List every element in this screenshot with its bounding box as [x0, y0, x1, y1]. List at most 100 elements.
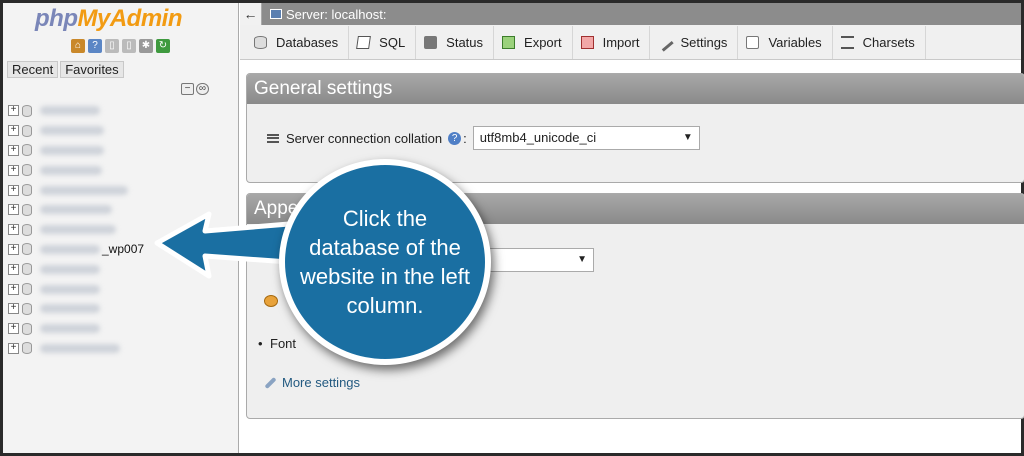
database-icon: [22, 263, 32, 276]
callout-arrow: [154, 211, 292, 279]
db-row[interactable]: +: [8, 121, 144, 141]
tab-import[interactable]: Import: [573, 25, 651, 59]
tab-label: Databases: [276, 34, 339, 50]
db-name-prefix: [40, 244, 100, 254]
charsets-icon: [840, 35, 854, 49]
expand-icon[interactable]: +: [8, 303, 19, 315]
home-icon[interactable]: ⌂: [71, 39, 85, 53]
collation-select[interactable]: utf8mb4_unicode_ci ▼: [472, 126, 700, 150]
tab-label: SQL: [379, 34, 406, 50]
wrench-icon: [655, 32, 675, 52]
chevron-down-icon: ▼: [577, 254, 587, 265]
expand-icon[interactable]: +: [8, 224, 19, 236]
db-name[interactable]: [40, 304, 100, 314]
language-select[interactable]: ▼: [478, 248, 594, 272]
database-icon: [22, 164, 32, 177]
database-icon: [22, 124, 32, 137]
expand-icon[interactable]: +: [8, 125, 19, 137]
expand-icon[interactable]: +: [8, 144, 19, 156]
collation-colon: :: [463, 130, 467, 146]
tab-status[interactable]: Status: [416, 25, 495, 59]
expand-icon[interactable]: +: [8, 323, 19, 335]
theme-palette-icon: [264, 295, 278, 307]
tab-label: Export: [524, 34, 562, 50]
select-value: utf8mb4_unicode_ci: [479, 130, 597, 145]
db-row[interactable]: +: [8, 339, 144, 359]
expand-icon[interactable]: +: [8, 263, 19, 275]
tab-charsets[interactable]: Charsets: [833, 25, 926, 59]
docs-icon[interactable]: ▯: [105, 39, 119, 53]
database-icon: [254, 35, 267, 49]
font-size-item[interactable]: Font: [258, 336, 296, 351]
database-icon: [22, 243, 32, 256]
recent-favorites-bar: Recent Favorites: [7, 61, 124, 78]
tab-label: Charsets: [862, 34, 915, 50]
server-icon: [270, 9, 282, 19]
variables-icon: [746, 35, 760, 49]
expand-icon[interactable]: +: [8, 342, 19, 354]
tab-settings[interactable]: Settings: [650, 25, 739, 59]
server-tabs: Databases SQL Status Export Import Setti…: [240, 25, 1021, 60]
callout-text: Click the database of the website in the…: [300, 206, 470, 318]
db-name[interactable]: [40, 185, 128, 195]
import-icon: [580, 35, 594, 49]
phpmyadmin-logo[interactable]: phpMyAdmin: [35, 5, 182, 33]
expand-icon[interactable]: +: [8, 243, 19, 255]
server-breadcrumb[interactable]: Server: localhost:: [286, 7, 386, 22]
collapse-all-icon[interactable]: −: [181, 83, 194, 95]
db-row[interactable]: +: [8, 180, 144, 200]
tab-variables[interactable]: Variables: [738, 25, 833, 59]
expand-icon[interactable]: +: [8, 204, 19, 216]
db-row[interactable]: +: [8, 319, 144, 339]
more-settings-link[interactable]: More settings: [264, 375, 360, 390]
sql-docs-icon[interactable]: ▯: [122, 39, 136, 53]
expand-icon[interactable]: +: [8, 184, 19, 196]
db-row[interactable]: +: [8, 299, 144, 319]
db-name[interactable]: [40, 205, 112, 215]
database-tree: + + + + + + + + _wp007 + + + + +: [8, 101, 144, 358]
logout-icon[interactable]: ?: [88, 39, 102, 53]
back-arrow-icon[interactable]: ←: [240, 3, 262, 25]
database-icon: [22, 302, 32, 315]
db-row[interactable]: +: [8, 279, 144, 299]
tab-export[interactable]: Export: [494, 25, 573, 59]
favorites-button[interactable]: Favorites: [60, 61, 124, 78]
reload-icon[interactable]: ↻: [156, 39, 170, 53]
export-icon: [502, 35, 516, 49]
db-row-wp007[interactable]: + _wp007: [8, 240, 144, 260]
settings-icon[interactable]: ✱: [139, 39, 153, 53]
db-name[interactable]: [40, 324, 100, 334]
recent-button[interactable]: Recent: [7, 61, 59, 78]
link-icon[interactable]: ∞: [196, 83, 209, 95]
db-row[interactable]: +: [8, 200, 144, 220]
tab-databases[interactable]: Databases: [246, 25, 350, 59]
tab-sql[interactable]: SQL: [349, 25, 417, 59]
callout-bubble: Click the database of the website in the…: [279, 159, 491, 365]
tab-label: Variables: [768, 34, 822, 50]
db-row[interactable]: +: [8, 101, 144, 121]
db-row[interactable]: +: [8, 160, 144, 180]
database-icon: [22, 104, 32, 117]
database-icon: [22, 223, 32, 236]
wrench-icon: [264, 376, 277, 389]
db-name[interactable]: [40, 145, 104, 155]
expand-icon[interactable]: +: [8, 164, 19, 176]
db-row[interactable]: +: [8, 259, 144, 279]
db-name[interactable]: [40, 106, 100, 116]
sql-icon: [356, 35, 372, 49]
more-settings-label: More settings: [282, 375, 361, 390]
db-name[interactable]: [40, 165, 102, 175]
expand-icon[interactable]: +: [8, 283, 19, 295]
help-icon[interactable]: ?: [448, 131, 462, 145]
db-row[interactable]: +: [8, 141, 144, 161]
nav-icon-bar: ⌂ ? ▯ ▯ ✱ ↻: [71, 39, 170, 53]
db-name[interactable]: [40, 126, 104, 136]
db-name[interactable]: _wp007: [102, 242, 144, 256]
expand-icon[interactable]: +: [8, 105, 19, 117]
db-name[interactable]: [40, 264, 100, 274]
database-icon: [22, 184, 32, 197]
db-row[interactable]: +: [8, 220, 144, 240]
db-name[interactable]: [40, 343, 120, 353]
db-name[interactable]: [40, 284, 100, 294]
db-name[interactable]: [40, 225, 116, 235]
